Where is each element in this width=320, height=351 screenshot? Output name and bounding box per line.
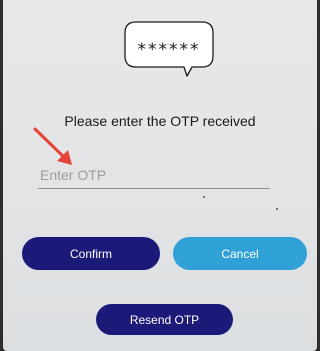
screen-speck: [276, 208, 278, 210]
screen-speck: [203, 196, 205, 198]
resend-otp-button[interactable]: Resend OTP: [96, 304, 233, 335]
cancel-button[interactable]: Cancel: [173, 237, 307, 270]
otp-input[interactable]: [38, 162, 270, 189]
otp-screen: ****** Please enter the OTP received Con…: [3, 0, 317, 351]
confirm-button[interactable]: Confirm: [22, 237, 160, 270]
otp-bubble: ******: [124, 21, 214, 77]
masked-otp-text: ******: [137, 40, 201, 60]
